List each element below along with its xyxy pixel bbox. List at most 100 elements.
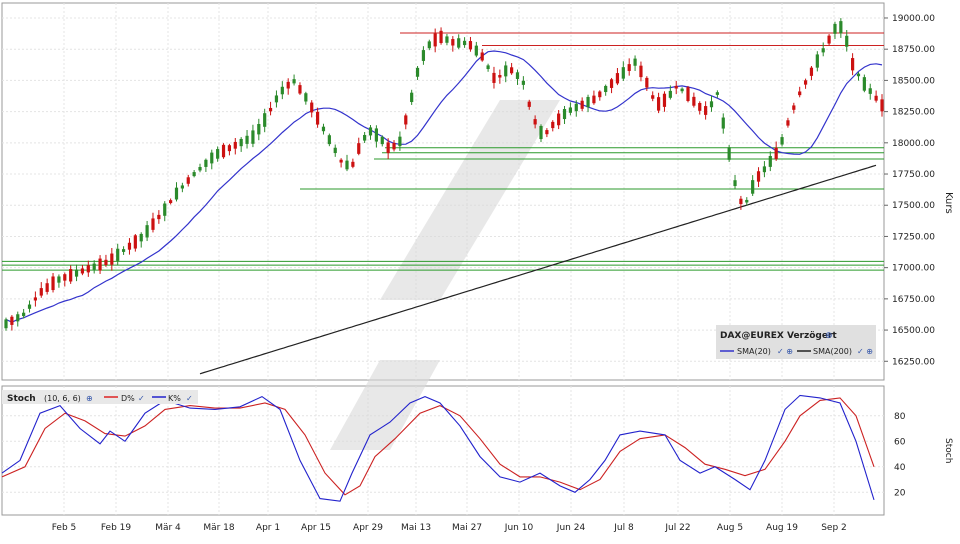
candle-body xyxy=(263,113,267,127)
candle-body xyxy=(621,67,625,79)
candle-body xyxy=(268,107,273,112)
candle-body xyxy=(727,147,731,160)
candle-body xyxy=(327,135,331,145)
candle-body xyxy=(104,259,108,265)
candle-body xyxy=(274,95,279,103)
candle-body xyxy=(4,319,8,329)
stoch-tick-label: 20 xyxy=(894,488,906,498)
candle-body xyxy=(498,75,502,78)
candle-body xyxy=(210,152,214,164)
y-tick-label: 17000.00 xyxy=(892,264,935,274)
candle-body xyxy=(709,101,714,108)
candle-body xyxy=(80,268,85,274)
chart-root: Feb 5 Feb 19 Mär 4 Mär 18 Apr 1 Apr 15 Apr 29 M… xyxy=(0,0,960,540)
stoch-axis-label: Stoch xyxy=(943,438,953,463)
candle-body xyxy=(351,161,355,167)
candle-body xyxy=(110,253,114,265)
candle-body xyxy=(145,225,149,238)
candle-body xyxy=(315,111,320,125)
y-tick-label: 18500.00 xyxy=(892,76,935,86)
candle-body xyxy=(521,80,525,85)
stoch-legend-d: D% xyxy=(121,394,135,403)
candle-body xyxy=(562,109,567,120)
legend-sma20: SMA(20) xyxy=(737,347,771,356)
legend-box: DAX@EUREX Verzögert ⊕ SMA(20) ✓ ⊕ SMA(20… xyxy=(716,325,876,359)
candle-body xyxy=(157,214,161,220)
candle-body xyxy=(809,67,814,76)
candle-body xyxy=(186,177,190,184)
candle-body xyxy=(474,45,478,56)
x-tick-label: Mär 18 xyxy=(203,523,235,533)
candle-body xyxy=(651,95,655,99)
candle-body xyxy=(656,97,661,111)
candle-body xyxy=(245,135,249,144)
legend-sma200: SMA(200) xyxy=(813,347,852,356)
candle-body xyxy=(457,38,461,48)
candle-body xyxy=(204,159,208,167)
candle-body xyxy=(227,145,232,152)
candle-body xyxy=(504,65,508,77)
candle-body xyxy=(121,249,126,252)
candle-body xyxy=(127,242,132,250)
candle-body xyxy=(233,141,237,149)
candle-body xyxy=(609,79,614,88)
candle-body xyxy=(180,185,184,189)
candle-body xyxy=(780,137,784,145)
legend-sma20-check-icon[interactable]: ✓ ⊕ xyxy=(777,347,793,356)
x-tick-label: Apr 29 xyxy=(353,523,383,533)
candle-body xyxy=(756,171,761,182)
candle-body xyxy=(451,39,455,46)
candle-body xyxy=(786,120,790,126)
candle-body xyxy=(51,276,55,291)
candle-body xyxy=(374,128,378,142)
instrument-link-icon[interactable]: ⊕ xyxy=(825,331,833,341)
stoch-tick-label: 40 xyxy=(894,463,906,473)
candle-body xyxy=(169,200,173,204)
candle-body xyxy=(63,274,67,281)
y-tick-label: 18750.00 xyxy=(892,45,935,55)
candle-body xyxy=(333,147,337,154)
y-tick-label: 18000.00 xyxy=(892,139,935,149)
stoch-tick-label: 80 xyxy=(894,412,906,422)
candle-body xyxy=(668,90,672,98)
candle-body xyxy=(715,92,719,95)
candle-body xyxy=(615,73,620,84)
candle-body xyxy=(339,159,343,163)
x-tick-label: Aug 19 xyxy=(766,523,798,533)
candle-body xyxy=(57,276,61,283)
candle-body xyxy=(368,127,373,136)
stoch-title: Stoch xyxy=(7,394,36,404)
candle-body xyxy=(298,85,302,94)
legend-sma200-check-icon[interactable]: ✓ ⊕ xyxy=(857,347,873,356)
candle-body xyxy=(33,297,37,301)
candle-body xyxy=(439,30,443,44)
candle-body xyxy=(815,54,819,68)
candle-body xyxy=(645,77,649,88)
candle-body xyxy=(404,115,408,125)
stoch-d-check-icon[interactable]: ✓ xyxy=(138,394,145,403)
y-tick-label: 19000.00 xyxy=(892,14,935,24)
candle-body xyxy=(280,86,284,95)
candle-body xyxy=(551,121,555,129)
x-tick-label: Jul 22 xyxy=(664,523,690,533)
candle-body xyxy=(692,96,696,106)
candle-body xyxy=(698,102,702,111)
x-tick-label: Jun 10 xyxy=(504,523,534,533)
x-tick-label: Apr 1 xyxy=(256,523,280,533)
candle-body xyxy=(751,180,755,194)
candle-body xyxy=(639,65,643,78)
candle-body xyxy=(680,88,684,92)
candle-body xyxy=(480,52,484,61)
stoch-settings-icon[interactable]: ⊕ xyxy=(86,394,93,403)
candle-body xyxy=(774,147,778,160)
candle-body xyxy=(392,142,396,150)
candle-body xyxy=(862,77,866,91)
candle-body xyxy=(803,80,808,85)
stoch-k-check-icon[interactable]: ✓ xyxy=(186,394,193,403)
candle-body xyxy=(880,99,884,112)
stoch-tick-label: 60 xyxy=(894,437,906,447)
candle-body xyxy=(98,258,102,271)
stoch-params: (10, 6, 6) xyxy=(44,394,81,403)
candle-body xyxy=(527,101,531,107)
candle-body xyxy=(856,73,861,77)
